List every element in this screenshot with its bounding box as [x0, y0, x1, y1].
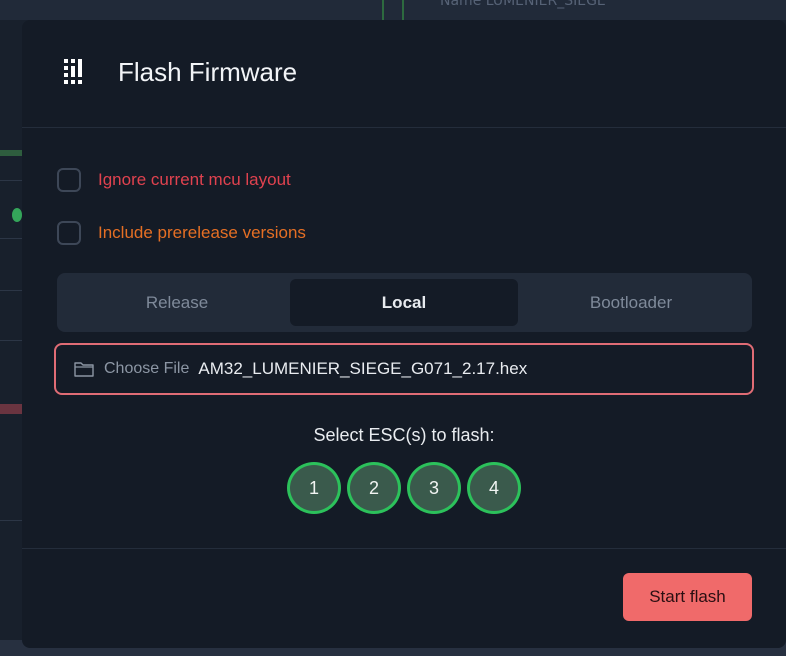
folder-icon — [74, 362, 94, 377]
background-top-text: Name LUMENIER_SIEGE — [440, 0, 606, 9]
esc-1-button[interactable]: 1 — [287, 462, 341, 514]
background-stripe — [0, 150, 22, 156]
tab-release[interactable]: Release — [63, 279, 291, 326]
tab-bootloader[interactable]: Bootloader — [517, 279, 745, 326]
ignore-mcu-layout-label[interactable]: Ignore current mcu layout — [98, 170, 291, 190]
background-stripe — [0, 290, 22, 291]
esc-2-button[interactable]: 2 — [347, 462, 401, 514]
background-stripe — [0, 404, 22, 414]
background-stripe — [0, 180, 22, 181]
background-top-bar: Name LUMENIER_SIEGE — [0, 0, 786, 20]
source-tabs: Release Local Bootloader — [57, 273, 752, 332]
background-status-dot — [12, 208, 22, 222]
esc-4-button[interactable]: 4 — [467, 462, 521, 514]
start-flash-button[interactable]: Start flash — [623, 573, 752, 621]
firmware-chip-icon — [64, 59, 82, 84]
flash-firmware-dialog: Flash Firmware Ignore current mcu layout… — [22, 20, 786, 648]
esc-3-button[interactable]: 3 — [407, 462, 461, 514]
background-stripe — [0, 238, 22, 239]
include-prerelease-label[interactable]: Include prerelease versions — [98, 223, 306, 243]
dialog-title: Flash Firmware — [118, 57, 298, 87]
background-divider — [382, 0, 384, 20]
tab-local[interactable]: Local — [290, 279, 518, 326]
background-divider — [402, 0, 404, 20]
ignore-mcu-layout-checkbox[interactable] — [57, 168, 81, 192]
esc-select-title: Select ESC(s) to flash: — [313, 425, 495, 445]
selected-file-name: AM32_LUMENIER_SIEGE_G071_2.17.hex — [198, 359, 528, 378]
background-stripe — [0, 340, 22, 341]
footer-divider — [22, 548, 786, 549]
dialog-header: Flash Firmware — [22, 20, 786, 128]
include-prerelease-checkbox[interactable] — [57, 221, 81, 245]
background-stripe — [0, 520, 22, 521]
include-prerelease-option[interactable]: Include prerelease versions — [57, 221, 306, 245]
ignore-mcu-layout-option[interactable]: Ignore current mcu layout — [57, 168, 291, 192]
esc-selector: 1 2 3 4 — [287, 462, 521, 514]
file-chooser[interactable]: Choose File AM32_LUMENIER_SIEGE_G071_2.1… — [54, 343, 754, 395]
choose-file-button[interactable]: Choose File — [104, 360, 189, 378]
